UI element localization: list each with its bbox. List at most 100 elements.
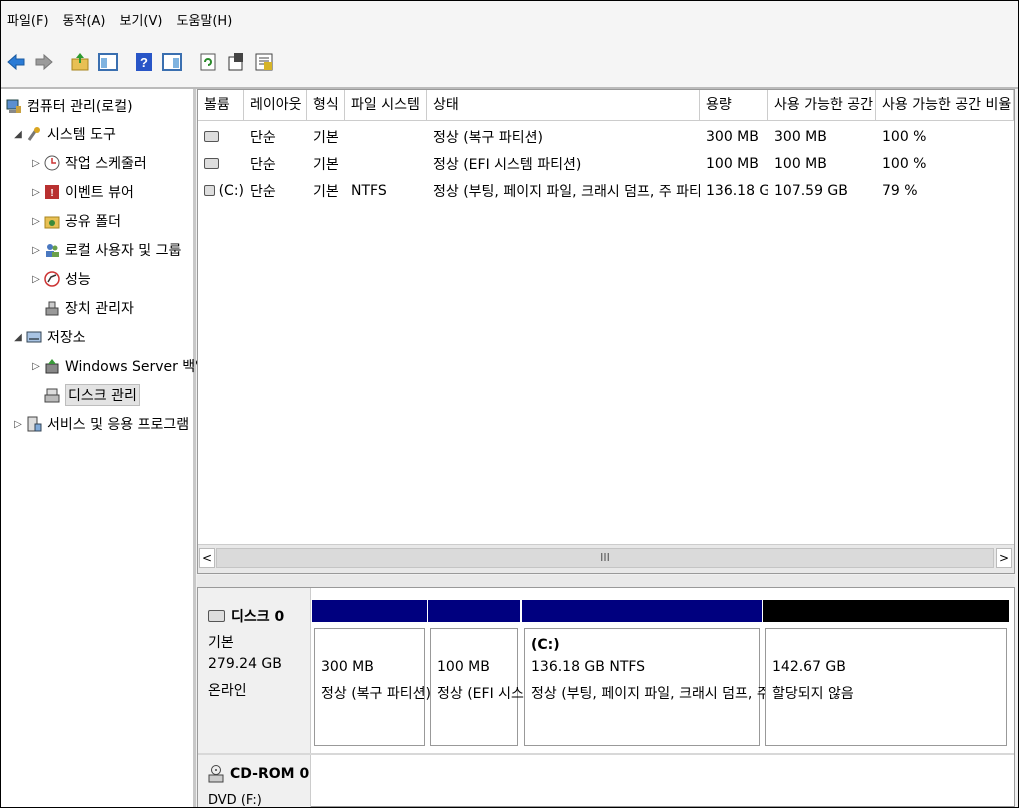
- tree-item-task-scheduler[interactable]: ▷ 작업 스케줄러: [29, 150, 147, 176]
- drive-icon: [204, 131, 219, 142]
- expand-arrow-icon[interactable]: ▷: [29, 274, 43, 285]
- partition-bar: [522, 600, 762, 622]
- volume-row[interactable]: 단순 기본 정상 (EFI 시스템 파티션) 100 MB 100 MB 100…: [198, 150, 1014, 177]
- drive-icon: [204, 158, 219, 169]
- volume-layout: 단순: [250, 183, 276, 200]
- scroll-right-icon[interactable]: >: [996, 548, 1012, 568]
- column-layout[interactable]: 레이아웃: [244, 90, 307, 120]
- users-icon: [43, 241, 61, 259]
- toolbar: ?: [1, 37, 1018, 89]
- volume-status: 정상 (EFI 시스템 파티션): [433, 156, 582, 173]
- column-capacity[interactable]: 용량: [700, 90, 768, 120]
- partition-bar: [763, 600, 1009, 622]
- tree-item-local-users-groups[interactable]: ▷ 로컬 사용자 및 그룹: [29, 237, 181, 263]
- refresh-icon[interactable]: [197, 50, 219, 74]
- disk-management-icon: [43, 386, 61, 404]
- disk-0-info[interactable]: 디스크 0 기본 279.24 GB 온라인: [198, 588, 311, 753]
- volume-status: 정상 (복구 파티션): [433, 129, 543, 146]
- cdrom-row: CD-ROM 0 DVD (F:): [198, 753, 1014, 808]
- back-icon[interactable]: [5, 50, 27, 74]
- partition-recovery[interactable]: 300 MB 정상 (복구 파티션): [312, 600, 431, 746]
- disk-size: 279.24 GB: [208, 656, 282, 672]
- tree-item-windows-server-backup[interactable]: ▷ Windows Server 백업: [29, 353, 208, 379]
- tree-item-shared-folders[interactable]: ▷ 공유 폴더: [29, 208, 121, 234]
- column-free-space[interactable]: 사용 가능한 공간: [768, 90, 876, 120]
- clock-icon: [43, 154, 61, 172]
- volume-row[interactable]: (C:) 단순 기본 NTFS 정상 (부팅, 페이지 파일, 크래시 덤프, …: [198, 177, 1014, 204]
- partition-size: 300 MB: [321, 659, 374, 675]
- collapse-arrow-icon[interactable]: ◢: [11, 332, 25, 343]
- scroll-left-icon[interactable]: <: [199, 548, 215, 568]
- volume-name: (C:): [218, 182, 244, 199]
- volume-row[interactable]: 단순 기본 정상 (복구 파티션) 300 MB 300 MB 100 %: [198, 123, 1014, 150]
- action-pane-icon[interactable]: [161, 50, 183, 74]
- volume-fs: NTFS: [351, 182, 387, 199]
- volume-free-percent: 100 %: [882, 128, 927, 145]
- expand-arrow-icon[interactable]: ▷: [29, 187, 43, 198]
- menu-action[interactable]: 동작(A): [63, 10, 106, 29]
- tree-item-storage[interactable]: ◢ 저장소: [11, 324, 86, 350]
- expand-arrow-icon[interactable]: ▷: [11, 419, 25, 430]
- volume-type: 기본: [313, 156, 339, 173]
- menu-help[interactable]: 도움말(H): [176, 10, 232, 29]
- partition-unallocated[interactable]: 142.67 GB 할당되지 않음: [763, 600, 1009, 746]
- tree-label: 컴퓨터 관리(로컬): [27, 99, 133, 115]
- menu-file[interactable]: 파일(F): [7, 10, 49, 29]
- tree-item-event-viewer[interactable]: ▷ ! 이벤트 뷰어: [29, 179, 134, 205]
- column-type[interactable]: 형식: [307, 90, 345, 120]
- services-icon: [25, 415, 43, 433]
- partition-c[interactable]: (C:) 136.18 GB NTFS 정상 (부팅, 페이지 파일, 크래시 …: [522, 600, 778, 746]
- tree-label: 저장소: [47, 330, 86, 346]
- expand-arrow-icon[interactable]: ▷: [29, 245, 43, 256]
- pane-splitter[interactable]: [197, 575, 1015, 587]
- backup-icon: [43, 357, 61, 375]
- disk-map: 디스크 0 기본 279.24 GB 온라인 300 MB 정상 (복구 파티션…: [197, 587, 1015, 807]
- tree-item-computer-management[interactable]: 컴퓨터 관리(로컬): [5, 93, 133, 119]
- svg-text:!: !: [50, 188, 53, 199]
- help-icon[interactable]: ?: [133, 50, 155, 74]
- tree-label: 로컬 사용자 및 그룹: [65, 243, 182, 259]
- column-file-system[interactable]: 파일 시스템: [345, 90, 427, 120]
- column-volume[interactable]: 볼륨: [198, 90, 244, 120]
- drive-icon: [204, 185, 215, 196]
- forward-icon[interactable]: [33, 50, 55, 74]
- computer-management-icon: [5, 97, 23, 115]
- performance-icon: [43, 270, 61, 288]
- tree-item-services-applications[interactable]: ▷ 서비스 및 응용 프로그램: [11, 411, 189, 437]
- cdrom-name: CD-ROM 0: [230, 766, 310, 782]
- properties-icon[interactable]: [225, 50, 247, 74]
- up-folder-icon[interactable]: [69, 50, 91, 74]
- cdrom-0-info[interactable]: CD-ROM 0 DVD (F:): [198, 755, 311, 808]
- cdrom-type: DVD (F:): [208, 793, 262, 808]
- expand-arrow-icon[interactable]: ▷: [29, 361, 43, 372]
- column-status[interactable]: 상태: [427, 90, 700, 120]
- scrollbar-thumb[interactable]: III: [216, 548, 994, 568]
- partition-bar: [312, 600, 427, 622]
- tree-label: 이벤트 뷰어: [65, 185, 134, 201]
- partition-efi[interactable]: 100 MB 정상 (EFI 시스': [428, 600, 528, 746]
- horizontal-scrollbar[interactable]: < III >: [198, 544, 1014, 573]
- computer-management-window: 파일(F) 동작(A) 보기(V) 도움말(H) ? 컴퓨터 관리(로컬) ◢ …: [0, 0, 1019, 808]
- partition-size: 136.18 GB NTFS: [531, 659, 646, 675]
- expand-arrow-icon[interactable]: ▷: [29, 216, 43, 227]
- shared-folder-icon: [43, 212, 61, 230]
- tree-label: 작업 스케줄러: [65, 156, 147, 172]
- expand-arrow-icon[interactable]: ▷: [29, 158, 43, 169]
- menu-view[interactable]: 보기(V): [120, 10, 163, 29]
- volume-free: 300 MB: [774, 128, 827, 145]
- volume-capacity: 300 MB: [706, 128, 759, 145]
- volume-capacity: 100 MB: [706, 155, 759, 172]
- partition-title: (C:): [531, 637, 560, 653]
- volume-type: 기본: [313, 129, 339, 146]
- collapse-arrow-icon[interactable]: ◢: [11, 129, 25, 140]
- tree-item-performance[interactable]: ▷ 성능: [29, 266, 91, 292]
- tree-item-disk-management[interactable]: 디스크 관리: [43, 382, 140, 408]
- svg-text:?: ?: [140, 55, 148, 70]
- tree-item-device-manager[interactable]: 장치 관리자: [43, 295, 134, 321]
- volume-capacity: 136.18 GB: [706, 182, 768, 199]
- tree-item-system-tools[interactable]: ◢ 시스템 도구: [11, 121, 116, 147]
- column-free-percent[interactable]: 사용 가능한 공간 비율: [876, 90, 1014, 120]
- export-list-icon[interactable]: [253, 50, 275, 74]
- show-hide-tree-icon[interactable]: [97, 50, 119, 74]
- cd-drive-icon: [208, 765, 224, 783]
